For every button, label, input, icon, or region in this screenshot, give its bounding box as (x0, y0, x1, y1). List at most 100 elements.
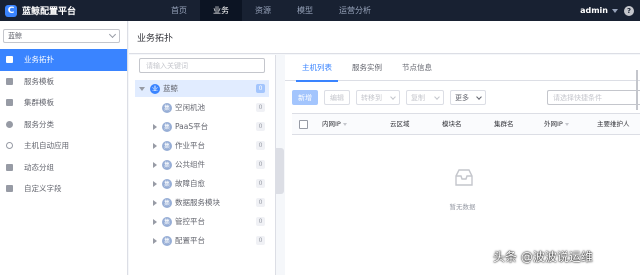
host-count-badge: 0 (256, 217, 265, 226)
panel-collapse-handle[interactable] (276, 148, 284, 194)
copy-dropdown[interactable]: 复制 (406, 90, 444, 105)
set-node-icon: 集 (162, 159, 172, 170)
transfer-dropdown[interactable]: 转移到 (356, 90, 400, 105)
sidebar-item-dynamic-group[interactable]: 动态分组 (0, 157, 127, 179)
column-header-cloud-area[interactable]: 云区域 (390, 114, 410, 134)
caret-right-icon[interactable] (153, 180, 157, 187)
sidebar-item-cluster-template[interactable]: 集群模板 (0, 92, 127, 114)
logo-icon: C (5, 4, 17, 17)
nav-home[interactable]: 首页 (158, 0, 200, 21)
chevron-down-icon (390, 93, 396, 100)
add-host-button[interactable]: 新增 (292, 90, 318, 105)
caret-down-icon[interactable] (139, 86, 145, 91)
tab-node-info[interactable]: 节点信息 (396, 55, 438, 81)
caret-right-icon[interactable] (153, 142, 157, 149)
tree-node[interactable]: 集 故障自愈 0 (129, 175, 269, 192)
tab-host-list[interactable]: 主机列表 (296, 55, 338, 82)
column-header-cluster[interactable]: 集群名 (494, 114, 514, 134)
set-node-icon: 集 (162, 216, 172, 227)
tree-node[interactable]: 集 作业平台 0 (129, 137, 269, 154)
tree-node-label: 管控平台 (175, 217, 205, 226)
scrollbar[interactable] (636, 70, 638, 110)
chevron-down-icon[interactable] (612, 8, 618, 13)
edit-button[interactable]: 编辑 (324, 90, 350, 105)
column-header-outer-ip[interactable]: 外网IP (544, 114, 569, 134)
sidebar-item-label: 服务模板 (24, 76, 54, 86)
set-node-icon: 集 (162, 197, 172, 208)
empty-inbox-icon (455, 169, 473, 186)
tree-node-label: 配置平台 (175, 236, 205, 245)
sort-icon (342, 122, 347, 126)
tree-node-label: PaaS平台 (175, 122, 209, 131)
topology-icon (6, 56, 13, 64)
empty-text: 暂无数据 (449, 203, 476, 211)
chevron-down-icon (434, 93, 440, 100)
app-logo[interactable]: C 蓝鲸配置平台 (0, 4, 128, 17)
help-icon[interactable]: ? (624, 5, 634, 16)
column-header-inner-ip[interactable]: 内网IP (322, 114, 347, 134)
copy-label: 复制 (411, 93, 425, 102)
more-dropdown[interactable]: 更多 (450, 90, 486, 105)
caret-right-icon[interactable] (153, 218, 157, 225)
caret-right-icon[interactable] (153, 123, 157, 130)
caret-right-icon[interactable] (153, 161, 157, 168)
host-count-badge: 0 (256, 160, 265, 169)
nav-model[interactable]: 模型 (284, 0, 326, 21)
sidebar-item-host-auto-apply[interactable]: 主机自动应用 (0, 135, 127, 157)
select-all-checkbox[interactable] (299, 120, 308, 129)
main-nav: 首页 业务 资源 模型 运营分析 (158, 0, 384, 21)
tree-node[interactable]: 集 配置平台 0 (129, 232, 269, 249)
page-title: 业务拓扑 (129, 21, 640, 54)
tree-node-label: 数据服务模块 (175, 198, 220, 207)
host-toolbar: 新增 编辑 转移到 复制 更多 (292, 90, 492, 105)
sidebar-item-label: 服务分类 (24, 119, 54, 129)
host-table-header: 内网IP 云区域 模块名 集群名 外网IP 主要维护人 (292, 113, 640, 135)
tree-node[interactable]: 集 数据服务模块 0 (129, 194, 269, 211)
nav-resource[interactable]: 资源 (242, 0, 284, 21)
tree-search-input[interactable] (139, 58, 265, 73)
custom-field-icon (6, 185, 13, 193)
watermark: 头条 @波波说运维 (493, 250, 593, 264)
top-navbar: C 蓝鲸配置平台 首页 业务 资源 模型 运营分析 admin ? (0, 0, 640, 21)
app-title: 蓝鲸配置平台 (22, 7, 77, 17)
set-node-icon: 集 (162, 102, 172, 113)
nav-business[interactable]: 业务 (200, 0, 242, 21)
quick-filter-input[interactable] (547, 90, 640, 105)
tree-node-label: 故障自愈 (175, 179, 205, 188)
service-category-icon (6, 120, 13, 128)
host-count-badge: 0 (256, 103, 265, 112)
column-header-label: 外网IP (544, 120, 563, 128)
sidebar-item-label: 自定义字段 (24, 184, 62, 194)
column-header-module[interactable]: 模块名 (442, 114, 462, 134)
tab-service-instance[interactable]: 服务实例 (346, 55, 388, 81)
service-template-icon (6, 77, 13, 85)
user-menu[interactable]: admin (580, 6, 608, 15)
topology-tree-panel: 业 蓝鲸 0 集 空闲机池 0 集 PaaS平台 0 集 作业平台 0 集 公共… (129, 55, 276, 275)
content-tabs: 主机列表 服务实例 节点信息 (285, 55, 640, 82)
chevron-down-icon (476, 93, 482, 100)
sort-icon (564, 122, 569, 126)
sidebar-item-service-template[interactable]: 服务模板 (0, 71, 127, 93)
tree-node[interactable]: 集 PaaS平台 0 (129, 118, 269, 135)
cluster-template-icon (6, 99, 13, 107)
host-count-badge: 0 (256, 84, 265, 93)
tree-node[interactable]: 集 公共组件 0 (129, 156, 269, 173)
nav-analytics[interactable]: 运营分析 (326, 0, 384, 21)
tree-node[interactable]: 集 空闲机池 0 (129, 99, 269, 116)
tree-node-label: 蓝鲸 (163, 84, 178, 93)
caret-right-icon[interactable] (153, 237, 157, 244)
sidebar-item-label: 集群模板 (24, 98, 54, 108)
sidebar-item-topology[interactable]: 业务拓扑 (0, 49, 127, 71)
sidebar-item-label: 业务拓扑 (24, 55, 54, 65)
set-node-icon: 集 (162, 235, 172, 246)
sidebar-item-custom-field[interactable]: 自定义字段 (0, 178, 127, 200)
caret-right-icon[interactable] (153, 199, 157, 206)
chevron-down-icon (108, 30, 117, 39)
sidebar-item-service-category[interactable]: 服务分类 (0, 114, 127, 136)
host-count-badge: 0 (256, 236, 265, 245)
business-selector[interactable]: 蓝鲸 (3, 29, 120, 43)
column-header-maintainer[interactable]: 主要维护人 (597, 114, 630, 134)
tree-node[interactable]: 集 管控平台 0 (129, 213, 269, 230)
tree-node-root[interactable]: 业 蓝鲸 0 (135, 80, 269, 97)
host-count-badge: 0 (256, 179, 265, 188)
